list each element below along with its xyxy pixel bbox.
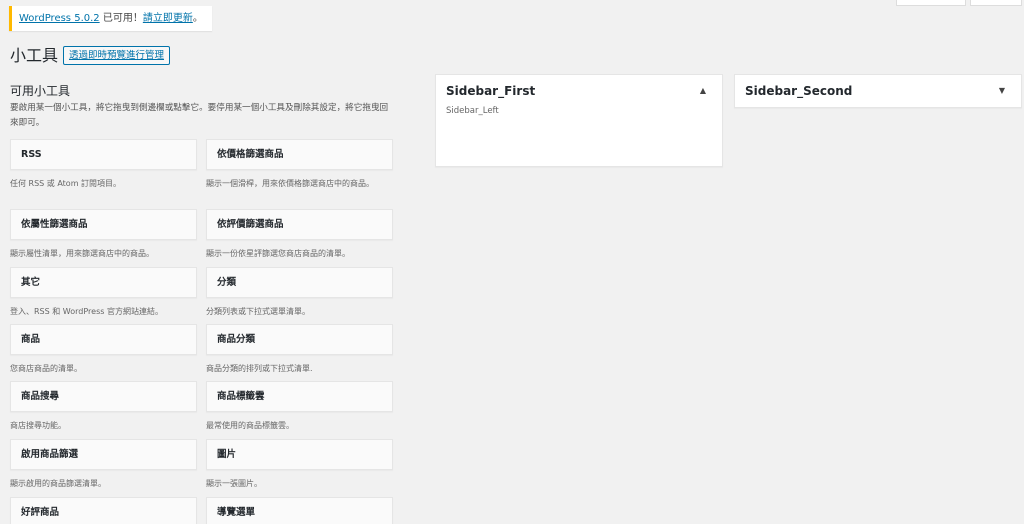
widget-description: 顯示一張圖片。	[206, 479, 262, 488]
widget-product-tag-cloud[interactable]: 商品標籤雲	[206, 381, 393, 412]
widget-rss[interactable]: RSS	[10, 139, 197, 170]
available-widgets-description: 要啟用某一個小工具，將它拖曳到側邊欄或點擊它。要停用某一個小工具及刪除其設定，將…	[10, 103, 389, 128]
sidebar-second-title[interactable]: Sidebar_Second	[745, 84, 852, 98]
widget-description: 任何 RSS 或 Atom 訂閱項目。	[10, 179, 122, 188]
widget-categories[interactable]: 分類	[206, 267, 393, 298]
widget-active-product-filters[interactable]: 啟用商品篩選	[10, 439, 197, 470]
expand-arrow-icon[interactable]: ▼	[999, 86, 1005, 95]
wordpress-version-link[interactable]: WordPress 5.0.2	[19, 13, 100, 24]
page-title: 小工具	[10, 46, 59, 65]
widget-description: 您商店商品的清單。	[10, 364, 82, 373]
widget-product-categories[interactable]: 商品分類	[206, 324, 393, 355]
screen-options-button[interactable]	[896, 0, 966, 6]
widget-filter-by-attribute[interactable]: 依屬性篩選商品	[10, 209, 197, 240]
available-widgets-title: 可用小工具	[10, 84, 71, 98]
widget-product-search[interactable]: 商品搜尋	[10, 381, 197, 412]
widget-description: 顯示啟用的商品篩選清單。	[10, 479, 106, 488]
notice-text-end: 。	[192, 13, 203, 24]
sidebar-first-panel: Sidebar_First ▲ Sidebar_Left	[435, 74, 723, 167]
widget-description: 最常使用的商品標籤雲。	[206, 421, 294, 430]
widget-meta[interactable]: 其它	[10, 267, 197, 298]
sidebar-second-panel: Sidebar_Second ▼	[734, 74, 1022, 108]
widget-navigation-menu[interactable]: 導覽選單	[206, 497, 393, 524]
widget-description: 顯示屬性清單，用來篩選商店中的商品。	[10, 249, 154, 258]
help-button[interactable]	[970, 0, 1022, 6]
collapse-arrow-icon[interactable]: ▲	[700, 86, 706, 95]
notice-text: 已可用！	[99, 13, 143, 24]
sidebar-first-description: Sidebar_Left	[446, 106, 499, 116]
sidebar-first-title[interactable]: Sidebar_First	[446, 84, 535, 98]
update-now-link[interactable]: 請立即更新	[143, 13, 193, 24]
widget-products[interactable]: 商品	[10, 324, 197, 355]
widget-filter-by-rating[interactable]: 依評價篩選商品	[206, 209, 393, 240]
widget-description: 顯示一份依星評篩選您商店商品的清單。	[206, 249, 350, 258]
widget-description: 商品分類的排列或下拉式清單.	[206, 364, 313, 373]
widget-filter-by-price[interactable]: 依價格篩選商品	[206, 139, 393, 170]
widget-description: 分類列表或下拉式選單清單。	[206, 307, 310, 316]
widget-description: 登入、RSS 和 WordPress 官方網站連結。	[10, 307, 163, 316]
widget-description: 顯示一個滑桿，用來依價格篩選商店中的商品。	[206, 179, 374, 188]
manage-with-live-preview-button[interactable]: 透過即時預覽進行管理	[63, 46, 171, 65]
widget-description: 商店搜尋功能。	[10, 421, 66, 430]
widget-image[interactable]: 圖片	[206, 439, 393, 470]
update-notice: WordPress 5.0.2 已可用！請立即更新。	[9, 6, 212, 31]
widget-top-rated-products[interactable]: 好評商品	[10, 497, 197, 524]
